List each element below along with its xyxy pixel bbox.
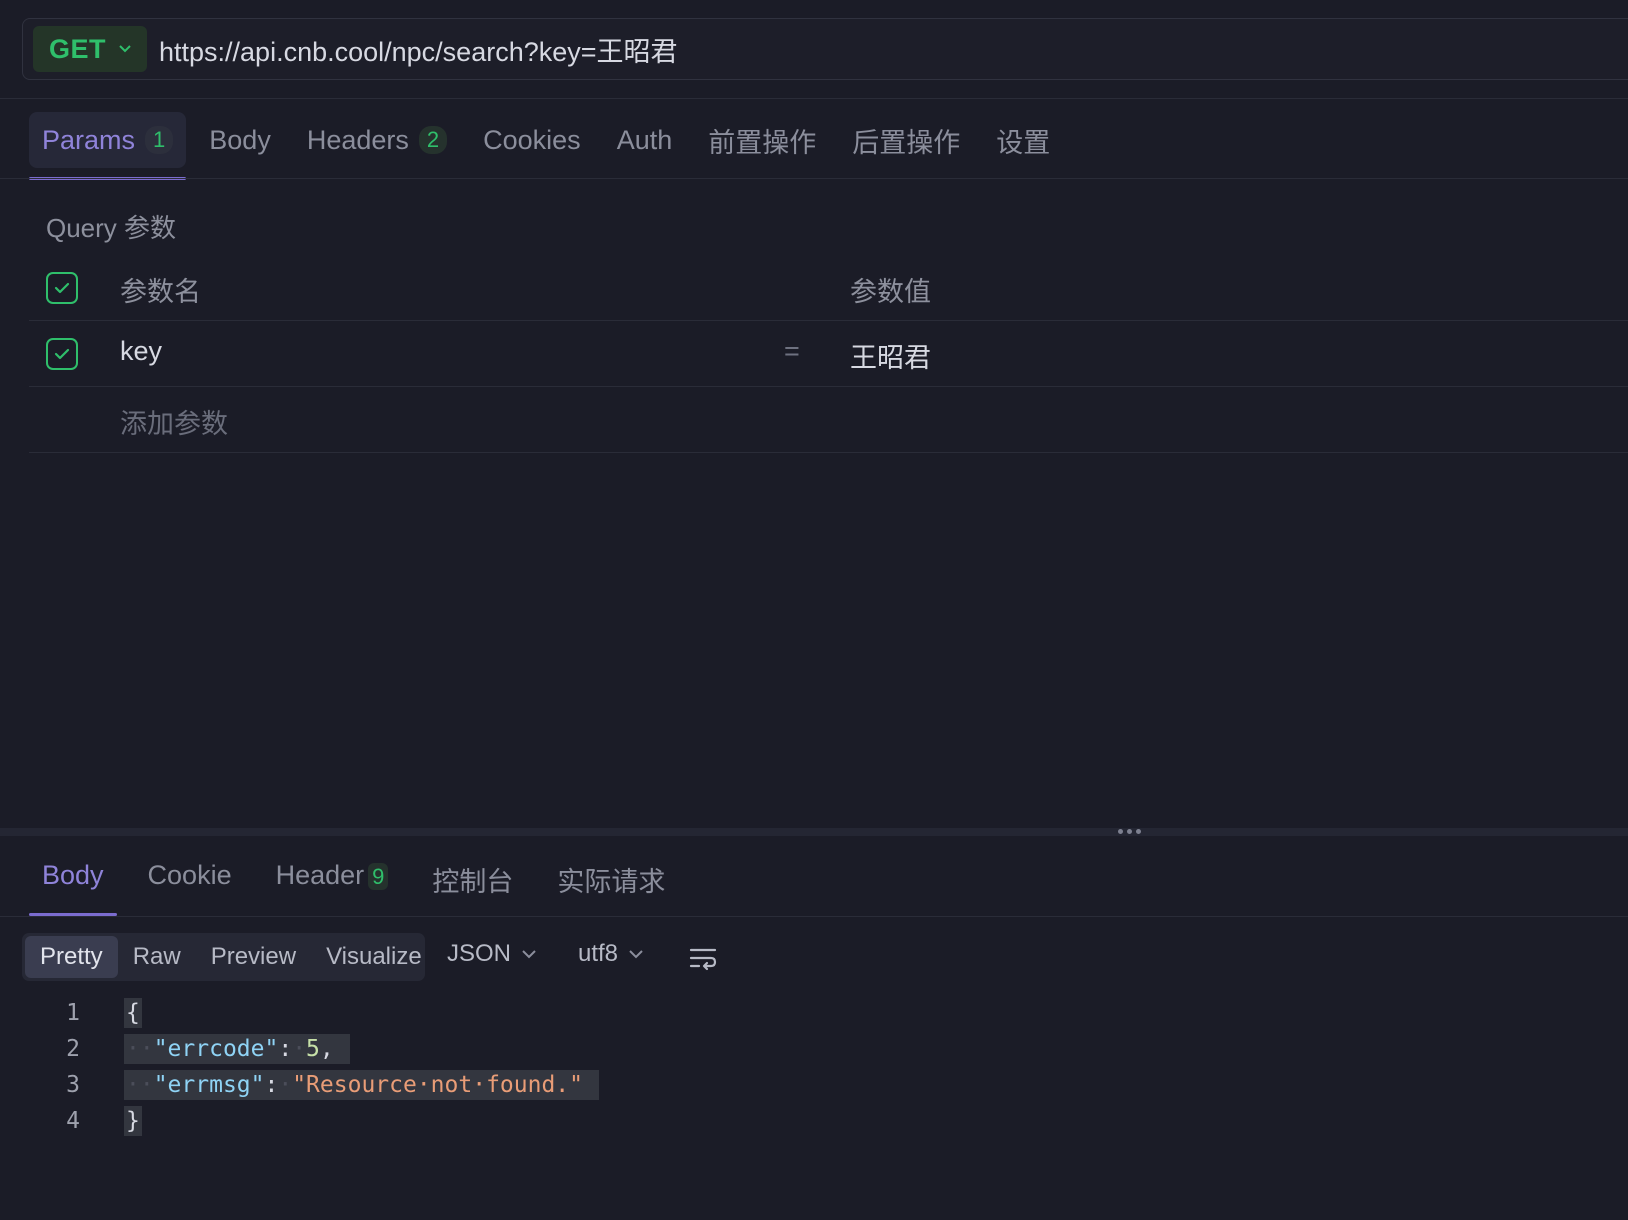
param-value-input[interactable]: 王昭君 [850,336,931,375]
code-text: } [124,1106,142,1136]
json-string: "Resource·not·found." [292,1072,583,1098]
tab-cookies[interactable]: Cookies [470,112,594,168]
encoding-label: utf8 [578,940,619,967]
equals-sign: = [784,336,800,366]
panel-splitter[interactable] [0,828,1628,836]
divider [0,178,1628,179]
headers-count-badge: 2 [418,126,448,154]
json-colon: : [278,1036,293,1062]
view-preview-button[interactable]: Preview [196,936,311,978]
response-tab-header[interactable]: Header 9 [263,852,402,907]
drag-handle-icon[interactable] [1118,829,1141,834]
response-tab-actual-request[interactable]: 实际请求 [544,852,678,907]
chevron-down-icon [629,950,643,959]
tab-body[interactable]: Body [196,112,284,168]
wrap-lines-icon[interactable] [688,943,718,973]
response-tab-console[interactable]: 控制台 [419,852,526,907]
format-label: JSON [447,940,512,967]
tab-label: 实际请求 [557,867,666,897]
json-key: "errmsg" [153,1072,265,1098]
tab-label: Body [42,860,104,890]
indent-dots: ·· [126,1036,154,1062]
response-tab-body[interactable]: Body [29,852,117,916]
view-visualize-button[interactable]: Visualize [311,936,437,978]
check-icon [54,282,70,294]
line-number: 2 [66,1036,80,1062]
tab-label: Headers [306,124,409,155]
method-label: GET [49,33,107,64]
tab-label: Body [209,124,271,155]
tab-label: Auth [616,124,673,155]
tab-label: Params [42,124,136,155]
add-param-input[interactable]: 添加参数 [120,402,228,441]
row-divider [29,386,1628,387]
method-select[interactable]: GET [33,26,147,72]
header-count-badge: 9 [368,863,389,890]
check-icon [54,348,70,360]
json-comma: , [319,1036,334,1062]
view-raw-button[interactable]: Raw [118,936,196,978]
tab-headers[interactable]: Headers 2 [294,112,460,168]
space-dot: · [292,1036,307,1062]
tab-label: Cookie [147,860,232,890]
divider [0,98,1628,99]
row-divider [29,452,1628,453]
response-tabs: Body Cookie Header 9 控制台 实际请求 [29,852,696,916]
params-count-badge: 1 [145,126,174,154]
tab-label: 设置 [996,127,1051,158]
line-number: 3 [66,1072,80,1098]
tab-settings[interactable]: 设置 [983,112,1063,168]
chevron-down-icon [522,950,536,959]
indent-dots: ·· [126,1072,154,1098]
code-text: ··"errmsg":·"Resource·not·found." [124,1070,599,1100]
param-name-input[interactable]: key [120,336,162,367]
tab-label: Cookies [483,124,581,155]
url-input[interactable]: https://api.cnb.cool/npc/search?key=王昭君 [159,30,678,69]
request-tabs: Params 1 Body Headers 2 Cookies Auth 前置操… [29,112,1073,180]
tab-label: 前置操作 [708,127,817,158]
chevron-down-icon [119,45,131,53]
view-pretty-button[interactable]: Pretty [25,936,118,978]
select-all-checkbox[interactable] [46,272,78,304]
row-divider [29,320,1628,321]
column-header-value: 参数值 [850,277,931,307]
tab-label: 后置操作 [852,127,961,158]
json-colon: : [264,1072,279,1098]
tab-auth[interactable]: Auth [604,112,686,168]
format-select[interactable]: JSON [447,940,537,968]
code-text: { [124,998,142,1028]
tab-label: Header [275,860,365,890]
tab-post-request[interactable]: 后置操作 [839,112,973,168]
code-text: ··"errcode":·5, [124,1034,350,1064]
url-bar: GET https://api.cnb.cool/npc/search?key=… [22,18,1628,80]
divider [0,916,1628,917]
json-number: 5 [306,1036,320,1062]
line-number: 1 [66,1000,80,1026]
response-tab-cookie[interactable]: Cookie [135,852,245,907]
tab-pre-request[interactable]: 前置操作 [695,112,829,168]
tab-params[interactable]: Params 1 [29,112,187,180]
view-mode-group: Pretty Raw Preview Visualize [22,933,425,981]
section-title: Query 参数 [46,213,177,243]
tab-label: 控制台 [432,867,514,897]
column-header-name: 参数名 [120,277,201,307]
line-number: 4 [66,1108,80,1134]
param-enable-checkbox[interactable] [46,338,78,370]
encoding-select[interactable]: utf8 [578,940,644,968]
space-dot: · [278,1072,293,1098]
json-key: "errcode" [153,1036,279,1062]
